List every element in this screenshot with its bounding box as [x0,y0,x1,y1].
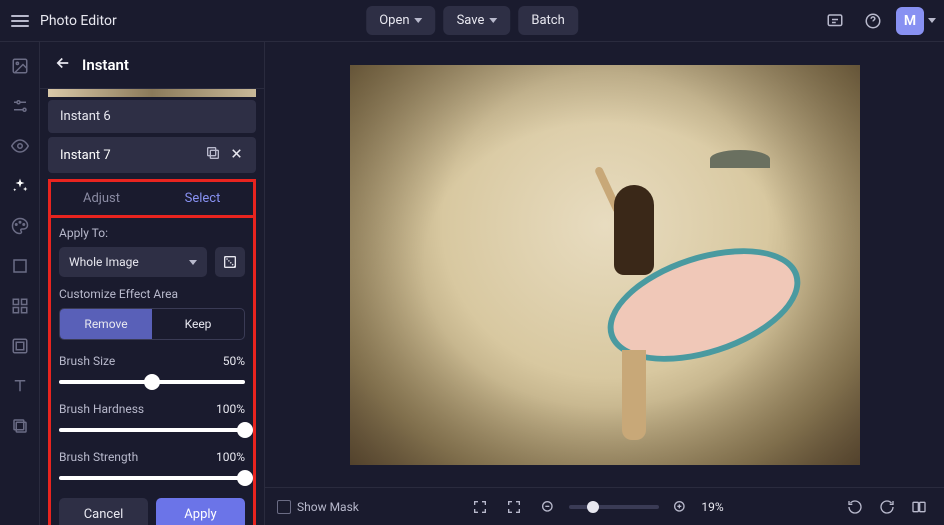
grid-tool-icon[interactable] [6,292,34,320]
open-button[interactable]: Open [366,6,435,35]
menu-icon[interactable] [8,9,32,33]
help-icon[interactable] [858,6,888,36]
customize-label: Customize Effect Area [59,287,245,301]
sidebar-title: Instant [82,56,129,74]
redo-icon[interactable] [874,494,900,520]
fullscreen-icon[interactable] [467,494,493,520]
canvas-area: Show Mask 19% [265,42,944,525]
preset-instant7[interactable]: Instant 7 [48,137,256,173]
preset-label: Instant 7 [60,148,111,163]
canvas[interactable] [265,42,944,487]
keep-seg-button[interactable]: Keep [152,309,244,339]
image-preview [350,65,860,465]
brush-size-slider[interactable] [59,374,245,390]
zoom-out-icon[interactable] [535,494,561,520]
batch-button[interactable]: Batch [518,6,577,35]
invert-mask-button[interactable] [215,247,245,277]
crop-tool-icon[interactable] [6,252,34,280]
compare-icon[interactable] [205,145,221,165]
apply-to-select[interactable]: Whole Image [59,247,207,277]
app-title: Photo Editor [40,13,117,29]
zoom-slider[interactable] [569,505,659,509]
show-mask-checkbox[interactable]: Show Mask [277,500,359,514]
brush-strength-value: 100% [216,450,245,464]
chevron-down-icon [415,18,423,23]
brush-size-value: 50% [223,354,245,368]
tab-select[interactable]: Select [152,182,253,215]
undo-icon[interactable] [842,494,868,520]
chevron-down-icon [189,260,197,265]
sidebar: Instant Instant 6 Instant 7 Adjust Selec… [40,42,265,525]
close-icon[interactable] [229,146,244,165]
effects-tool-icon[interactable] [6,172,34,200]
topbar: Photo Editor Open Save Batch M [0,0,944,42]
preset-thumbnail [48,89,256,97]
tool-column [0,42,40,525]
remove-seg-button[interactable]: Remove [60,309,152,339]
compare-icon[interactable] [906,494,932,520]
layers-tool-icon[interactable] [6,412,34,440]
user-menu[interactable]: M [896,7,936,35]
statusbar: Show Mask 19% [265,487,944,525]
chevron-down-icon [489,18,497,23]
frame-tool-icon[interactable] [6,332,34,360]
text-tool-icon[interactable] [6,372,34,400]
cancel-button[interactable]: Cancel [59,498,148,525]
apply-button[interactable]: Apply [156,498,245,525]
zoom-value: 19% [701,500,733,514]
select-panel: Apply To: Whole Image Customize Effect A… [48,215,256,525]
preset-instant6[interactable]: Instant 6 [48,100,256,133]
chevron-down-icon [928,18,936,23]
avatar: M [896,7,924,35]
image-tool-icon[interactable] [6,52,34,80]
brush-hardness-value: 100% [216,402,245,416]
save-button[interactable]: Save [444,6,511,35]
apply-to-label: Apply To: [59,226,245,240]
feedback-icon[interactable] [820,6,850,36]
brush-hardness-slider[interactable] [59,422,245,438]
brush-strength-label: Brush Strength [59,450,138,464]
tab-adjust[interactable]: Adjust [51,182,152,215]
zoom-in-icon[interactable] [667,494,693,520]
eye-tool-icon[interactable] [6,132,34,160]
fit-screen-icon[interactable] [501,494,527,520]
brush-hardness-label: Brush Hardness [59,402,144,416]
brush-size-label: Brush Size [59,354,115,368]
palette-tool-icon[interactable] [6,212,34,240]
adjustments-tool-icon[interactable] [6,92,34,120]
brush-strength-slider[interactable] [59,470,245,486]
back-arrow-icon[interactable] [54,54,72,76]
